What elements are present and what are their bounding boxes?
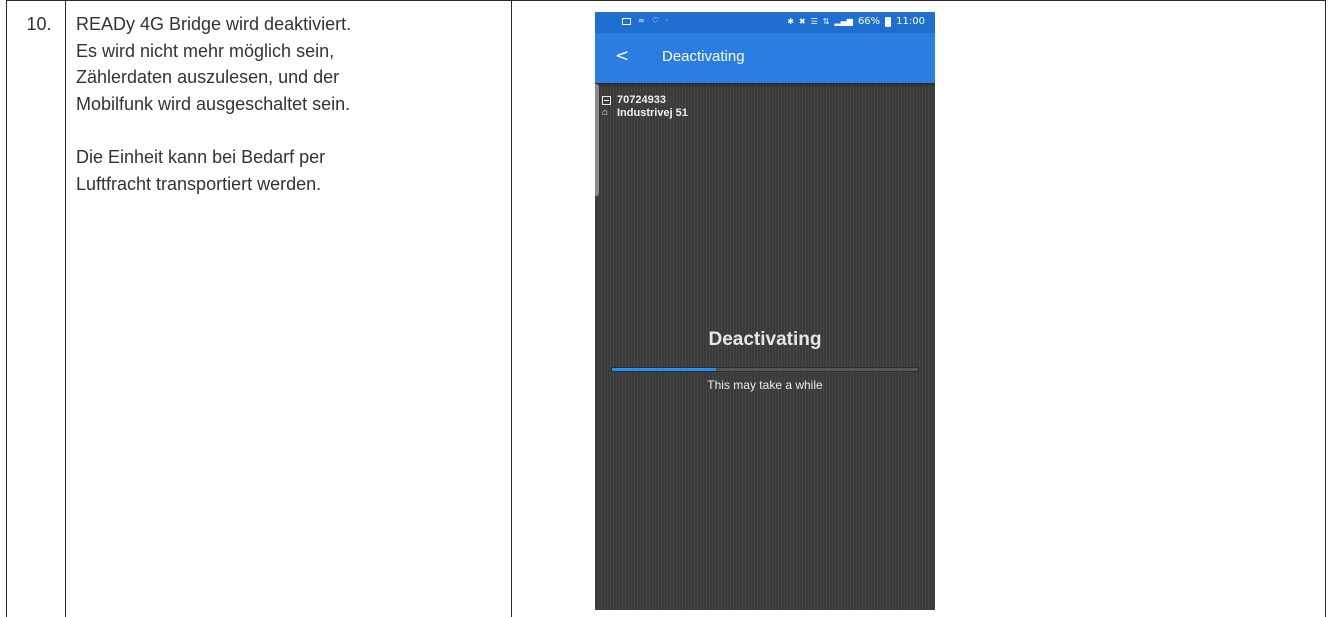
status-left-icons: ≈ ♡ ·: [622, 16, 668, 26]
battery-percent: 66%: [857, 16, 881, 27]
meter-icon: [602, 95, 611, 105]
battery-icon: [885, 16, 892, 27]
mute-icon: ✖: [798, 16, 806, 26]
status-bar: ≈ ♡ · ✱ ✖ ☰ ⇅ ▂▄▆ 66% 11:00: [595, 12, 935, 33]
volte-icon: ☰: [810, 16, 818, 26]
table-divider-number: [65, 0, 66, 617]
heart-icon: ♡: [651, 16, 659, 25]
progress-bar-fill: [612, 368, 717, 371]
step-paragraph-1: READy 4G Bridge wird deaktiviert. Es wir…: [76, 14, 352, 114]
table-right-border: [1325, 0, 1326, 617]
deactivating-title: Deactivating: [708, 329, 822, 350]
home-icon: ⌂: [602, 107, 609, 118]
progress-hint: This may take a while: [707, 378, 823, 392]
image-icon: [622, 17, 631, 25]
meter-info: 70724933: [602, 94, 666, 106]
back-icon[interactable]: <: [615, 46, 629, 66]
4g-icon: ⇅: [822, 16, 830, 26]
status-right-icons: ✱ ✖ ☰ ⇅ ▂▄▆ 66% 11:00: [787, 16, 925, 27]
progress-bar: [611, 367, 919, 372]
step-paragraph-2: Die Einheit kann bei Bedarf per Luftfrac…: [76, 147, 326, 194]
table-left-border: [6, 0, 7, 617]
signal-icon: ▂▄▆: [834, 16, 853, 26]
wifi-calling-icon: ≈: [638, 16, 645, 25]
status-time: 11:00: [896, 16, 925, 27]
table-divider-text: [511, 0, 512, 617]
step-number: 10.: [26, 14, 52, 34]
address-text: Industrivej 51: [617, 107, 688, 119]
app-bar: < Deactivating: [595, 33, 935, 83]
drawer-handle[interactable]: [595, 84, 599, 196]
meter-id: 70724933: [617, 94, 666, 106]
address-info: ⌂ Industrivej 51: [602, 107, 688, 119]
bluetooth-icon: ✱: [787, 16, 794, 26]
dot-icon: ·: [665, 16, 669, 25]
app-bar-title: Deactivating: [662, 48, 745, 65]
table-top-border: [6, 0, 1326, 1]
phone-screenshot: ≈ ♡ · ✱ ✖ ☰ ⇅ ▂▄▆ 66% 11:00 < Deactivati…: [595, 12, 935, 610]
document-page: 10. READy 4G Bridge wird deaktiviert. Es…: [0, 0, 1335, 617]
step-instructions: READy 4G Bridge wird deaktiviert. Es wir…: [76, 11, 496, 197]
